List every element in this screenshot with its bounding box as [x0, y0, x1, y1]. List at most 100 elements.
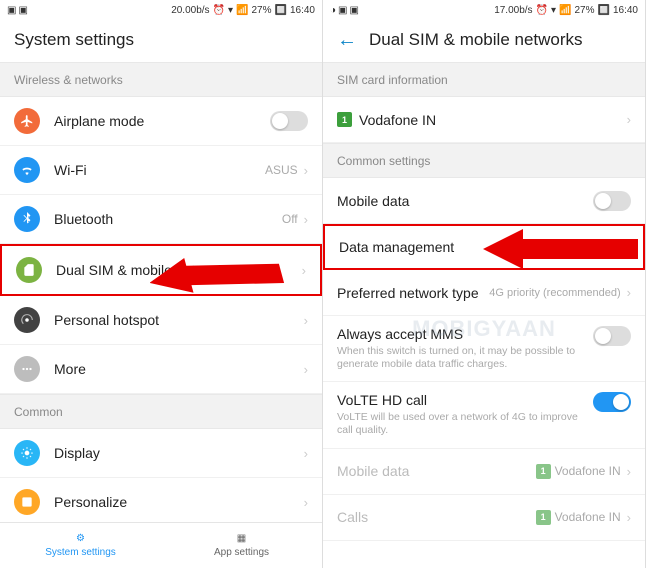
image-icon: ▣	[350, 5, 359, 16]
back-arrow-icon[interactable]: ←	[337, 30, 357, 50]
row-airplane-mode[interactable]: Airplane mode	[0, 97, 322, 146]
more-icon	[14, 356, 40, 382]
row-value: 4G priority (recommended)	[489, 287, 620, 299]
alarm-icon: ⏰	[213, 5, 225, 16]
row-mobile-data-sim: Mobile data 1 Vodafone IN ›	[323, 449, 645, 495]
image-icon: ▣	[7, 5, 16, 16]
chevron-right-icon: ›	[627, 510, 631, 525]
alarm-icon: ⏰	[536, 5, 548, 16]
row-mobile-data[interactable]: Mobile data	[323, 178, 645, 224]
row-label: Vodafone IN	[359, 112, 627, 128]
sim-badge-icon: 1	[337, 112, 352, 127]
chevron-right-icon: ›	[304, 446, 308, 461]
row-personalize[interactable]: Personalize ›	[0, 478, 322, 527]
status-bar: ◑ ▣ ▣ 17.00b/s ⏰ ▾ 📶 27% 🔲 16:40	[323, 0, 645, 20]
row-display[interactable]: Display ›	[0, 429, 322, 478]
section-common-settings: Common settings	[323, 143, 645, 178]
battery-pct: 27%	[252, 5, 272, 16]
display-icon	[14, 440, 40, 466]
tab-system-settings[interactable]: ⚙ System settings	[0, 523, 161, 568]
page-title: Dual SIM & mobile networks	[369, 30, 583, 50]
row-volte[interactable]: VoLTE HD call VoLTE will be used over a …	[323, 382, 645, 448]
status-bar: ▣ ▣ 20.00b/s ⏰ ▾ 📶 27% 🔲 16:40	[0, 0, 322, 20]
row-value: Vodafone IN	[555, 464, 621, 478]
chevron-right-icon: ›	[304, 362, 308, 377]
net-speed: 20.00b/s	[171, 5, 209, 16]
row-always-accept-mms[interactable]: Always accept MMS When this switch is tu…	[323, 316, 645, 382]
row-value: Off	[282, 212, 298, 226]
row-label: Display	[54, 445, 304, 461]
chevron-right-icon: ›	[304, 313, 308, 328]
chevron-right-icon: ›	[302, 263, 306, 278]
row-label: Bluetooth	[54, 211, 282, 227]
chevron-right-icon: ›	[627, 285, 631, 300]
row-label: Mobile data	[337, 193, 593, 209]
row-sublabel: When this switch is turned on, it may be…	[337, 345, 593, 371]
tab-app-settings[interactable]: ▦ App settings	[161, 523, 322, 568]
row-label: VoLTE HD call	[337, 392, 593, 408]
chevron-right-icon: ›	[627, 112, 631, 127]
tab-label: App settings	[214, 547, 269, 558]
annotation-arrow	[150, 252, 290, 322]
net-speed: 17.00b/s	[494, 5, 532, 16]
wifi-icon: ▾	[551, 5, 556, 16]
battery-icon: 🔲	[275, 5, 287, 16]
screen-system-settings: ▣ ▣ 20.00b/s ⏰ ▾ 📶 27% 🔲 16:40 System se…	[0, 0, 323, 568]
signal-icon: 📶	[236, 5, 248, 16]
signal-icon: 📶	[559, 5, 571, 16]
tab-label: System settings	[45, 547, 116, 558]
row-calls-sim: Calls 1 Vodafone IN ›	[323, 495, 645, 541]
screen-dual-sim: ◑ ▣ ▣ 17.00b/s ⏰ ▾ 📶 27% 🔲 16:40 ← Dual …	[323, 0, 646, 568]
row-label: Mobile data	[337, 463, 536, 479]
chevron-right-icon: ›	[304, 495, 308, 510]
row-label: More	[54, 361, 304, 377]
section-wireless: Wireless & networks	[0, 62, 322, 97]
bluetooth-icon	[14, 206, 40, 232]
volte-toggle[interactable]	[593, 392, 631, 412]
row-label: Always accept MMS	[337, 326, 593, 342]
clock: 16:40	[613, 5, 638, 16]
chevron-right-icon: ›	[304, 163, 308, 178]
row-label: Wi-Fi	[54, 162, 265, 178]
airplane-icon	[14, 108, 40, 134]
mobile-data-toggle[interactable]	[593, 191, 631, 211]
row-value: Vodafone IN	[555, 510, 621, 524]
row-preferred-network[interactable]: Preferred network type 4G priority (reco…	[323, 270, 645, 316]
section-sim-info: SIM card information	[323, 62, 645, 97]
chevron-right-icon: ›	[627, 464, 631, 479]
battery-pct: 27%	[575, 5, 595, 16]
gear-icon: ⚙	[76, 533, 85, 544]
row-label: Personalize	[54, 494, 304, 510]
row-value: ASUS	[265, 163, 298, 177]
wifi-icon: ▾	[228, 5, 233, 16]
battery-icon: 🔲	[598, 5, 610, 16]
row-more[interactable]: More ›	[0, 345, 322, 394]
mms-toggle[interactable]	[593, 326, 631, 346]
clock: 16:40	[290, 5, 315, 16]
row-bluetooth[interactable]: Bluetooth Off ›	[0, 195, 322, 244]
personalize-icon	[14, 489, 40, 515]
image-icon: ▣	[18, 5, 27, 16]
whatsapp-icon: ◑	[330, 5, 336, 16]
section-common: Common	[0, 394, 322, 429]
page-title: System settings	[14, 30, 134, 50]
row-wifi[interactable]: Wi-Fi ASUS ›	[0, 146, 322, 195]
wifi-icon	[14, 157, 40, 183]
sim-badge-icon: 1	[536, 464, 551, 479]
hotspot-icon	[14, 307, 40, 333]
grid-icon: ▦	[237, 533, 246, 544]
sim-badge-icon: 1	[536, 510, 551, 525]
bottom-nav: ⚙ System settings ▦ App settings	[0, 522, 322, 568]
airplane-toggle[interactable]	[270, 111, 308, 131]
chevron-right-icon: ›	[304, 212, 308, 227]
image-icon: ▣	[338, 5, 347, 16]
page-header: System settings	[0, 20, 322, 62]
row-sim1[interactable]: 1 Vodafone IN ›	[323, 97, 645, 143]
row-label: Calls	[337, 509, 536, 525]
row-sublabel: VoLTE will be used over a network of 4G …	[337, 411, 593, 437]
row-label: Preferred network type	[337, 285, 489, 301]
row-label: Airplane mode	[54, 113, 270, 129]
annotation-arrow	[483, 224, 643, 274]
sim-icon	[16, 257, 42, 283]
page-header: ← Dual SIM & mobile networks	[323, 20, 645, 62]
